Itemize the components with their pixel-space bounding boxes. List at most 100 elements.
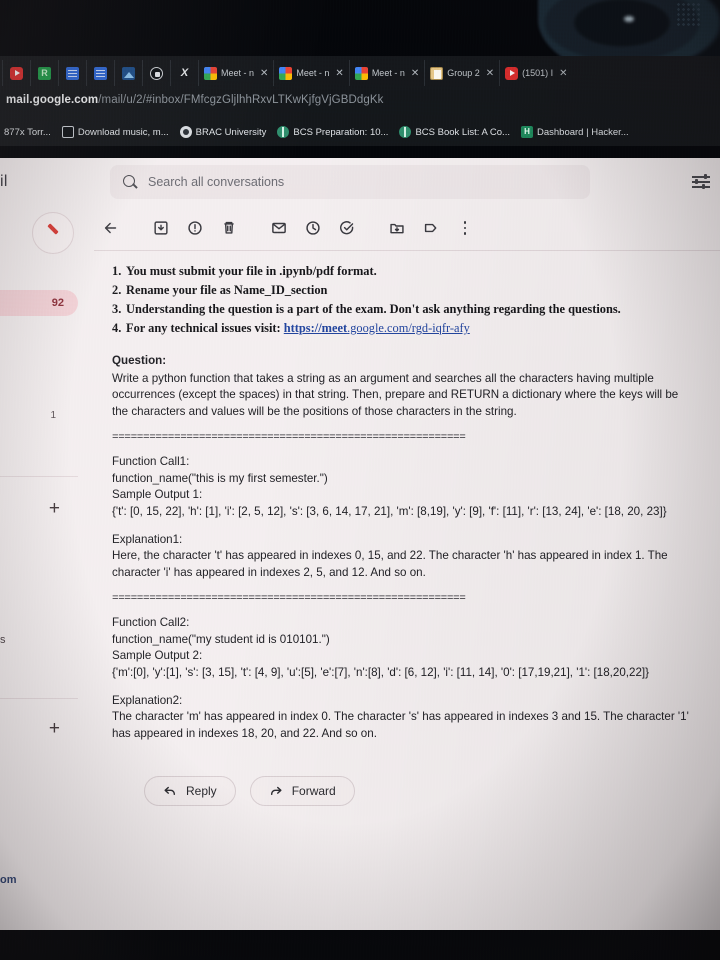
separator-line: ========================================… (112, 432, 466, 444)
browser-tab-pinned-youtube[interactable] (2, 60, 30, 86)
list-item: 4. For any technical issues visit: https:… (112, 320, 692, 337)
forward-label: Forward (291, 784, 336, 798)
browser-tab-youtube-notifications[interactable]: (1501) I ✕ (499, 60, 572, 86)
sample2-output: {'m':[0], 'y':[1], 's': [3, 15], 't': [4… (112, 665, 650, 679)
search-input[interactable]: Search all conversations (148, 175, 284, 189)
add-label-button[interactable]: + (0, 498, 78, 520)
browser-tab-group[interactable]: Group 2 ✕ (424, 60, 499, 86)
close-icon[interactable]: ✕ (260, 68, 268, 79)
close-icon[interactable]: ✕ (411, 68, 419, 79)
group-icon (430, 66, 444, 80)
x-icon (178, 67, 191, 80)
add-to-tasks-button[interactable] (330, 211, 364, 245)
add-meeting-button[interactable]: + (0, 718, 78, 740)
close-icon[interactable]: ✕ (335, 68, 343, 79)
bookmark-brac-university[interactable]: BRAC University (179, 126, 267, 138)
folder-move-icon (390, 223, 404, 234)
gmail-left-rail: 92 1 + s + om (0, 206, 78, 930)
arrow-left-icon (104, 222, 117, 234)
more-options-button[interactable] (448, 211, 482, 245)
labels-button[interactable] (414, 211, 448, 245)
bookmark-label: Dashboard | Hacker... (536, 126, 629, 138)
search-bar[interactable]: Search all conversations (110, 165, 590, 199)
explanation-1-block: Explanation1: Here, the character 't' ha… (112, 532, 692, 582)
mark-unread-button[interactable] (262, 211, 296, 245)
docs-icon (94, 66, 107, 80)
meet-icon (279, 66, 293, 80)
list-item: 2. Rename your file as Name_ID_section (112, 282, 692, 299)
browser-tab-meet-1[interactable]: Meet - n ✕ (198, 60, 273, 86)
forward-arrow-icon (270, 786, 282, 796)
list-text: Understanding the question is a part of … (126, 302, 621, 316)
bookmark-bcs-book-list[interactable]: BCS Book List: A Co... (399, 126, 510, 138)
sidebar-item-count[interactable]: 1 (0, 402, 78, 428)
back-button[interactable] (94, 211, 128, 245)
report-spam-button[interactable] (178, 211, 212, 245)
meet-link[interactable]: https://meet.google.com/rgd-iqfr-afy (284, 321, 470, 335)
youtube-icon (505, 66, 519, 80)
task-check-icon (340, 221, 354, 235)
explanation-2-block: Explanation2: The character 'm' has appe… (112, 693, 692, 743)
close-icon[interactable]: ✕ (559, 68, 567, 79)
browser-tab-pinned-sheets[interactable] (30, 60, 58, 86)
browser-tab-meet-3[interactable]: Meet - n ✕ (348, 60, 424, 86)
forward-button[interactable]: Forward (249, 776, 355, 806)
gmail-body: 92 1 + s + om 1. You must submit your fi… (0, 206, 720, 930)
list-item: 1. You must submit your file in .ipynb/pd… (112, 263, 692, 280)
sample2-heading: Sample Output 2: (112, 649, 203, 662)
bookmark-label: BRAC University (195, 126, 267, 138)
explanation1-heading: Explanation1: (112, 532, 183, 546)
reply-label: Reply (186, 784, 217, 798)
browser-chrome: Meet - n ✕ Meet - n ✕ Meet - n ✕ Group 2… (0, 56, 720, 146)
settings-sliders-icon[interactable] (692, 174, 710, 190)
browser-tab-pinned-x[interactable] (170, 60, 198, 86)
sample1-heading: Sample Output 1: (112, 488, 203, 501)
explanation1-text: Here, the character 't' has appeared in … (112, 549, 668, 579)
docs-icon (66, 66, 79, 80)
sidebar-item-truncated-label[interactable]: s (0, 634, 6, 646)
envelope-icon (272, 222, 286, 234)
monitor-icon (61, 126, 74, 138)
compose-button[interactable] (32, 212, 74, 254)
browser-tab-title: (1501) I (522, 68, 554, 78)
delete-button[interactable] (212, 211, 246, 245)
gmail-header: il Search all conversations (0, 158, 720, 206)
move-to-button[interactable] (380, 211, 414, 245)
snooze-button[interactable] (296, 211, 330, 245)
list-text: You must submit your file in .ipynb/pdf … (126, 264, 377, 278)
youtube-icon (10, 66, 23, 80)
sidebar-item-inbox[interactable]: 92 (0, 290, 78, 316)
trash-icon (224, 221, 234, 234)
meet-icon (354, 66, 368, 80)
browser-tab-pinned-docs-2[interactable] (86, 60, 114, 86)
browser-tab-pinned-lock[interactable] (142, 60, 170, 86)
report-spam-icon (188, 221, 202, 235)
url-text[interactable]: mail.google.com/mail/u/2/#inbox/FMfcgzGl… (6, 94, 714, 114)
sample1-output: {'t': [0, 15, 22], 'h': [1], 'i': [2, 5,… (112, 504, 667, 518)
question-text: Write a python function that takes a str… (112, 371, 679, 418)
url-host: mail.google.com (6, 94, 99, 106)
bookmark-877x-torr[interactable]: 877x Torr... (4, 127, 51, 138)
meet-link-strong: https://meet (283, 321, 348, 335)
list-text: For any technical issues visit: (126, 321, 284, 335)
browser-tab-title: Meet - n (296, 68, 330, 78)
lock-icon (150, 66, 163, 80)
bookmark-hackerrank-dashboard[interactable]: Dashboard | Hacker... (520, 126, 629, 138)
close-icon[interactable]: ✕ (486, 68, 494, 79)
globe-icon (399, 126, 412, 138)
plus-icon: + (48, 718, 60, 739)
browser-tab-meet-2[interactable]: Meet - n ✕ (273, 60, 348, 86)
sheets-icon (38, 66, 51, 80)
bookmark-bcs-preparation[interactable]: BCS Preparation: 10... (277, 126, 388, 138)
bookmark-download-music[interactable]: Download music, m... (61, 126, 169, 138)
reply-button[interactable]: Reply (144, 776, 236, 806)
browser-tab-title: Meet - n (221, 68, 255, 78)
sidebar-count-label: 1 (50, 409, 56, 421)
browser-tab-pinned-docs-1[interactable] (58, 60, 86, 86)
archive-button[interactable] (144, 211, 178, 245)
address-bar[interactable]: mail.google.com/mail/u/2/#inbox/FMfcgzGl… (0, 90, 720, 118)
sidebar-item-truncated-label-2[interactable]: om (0, 874, 17, 886)
gmail-logo[interactable]: il (0, 173, 26, 191)
meet-icon (204, 66, 217, 80)
browser-tab-pinned-image[interactable] (114, 60, 142, 86)
